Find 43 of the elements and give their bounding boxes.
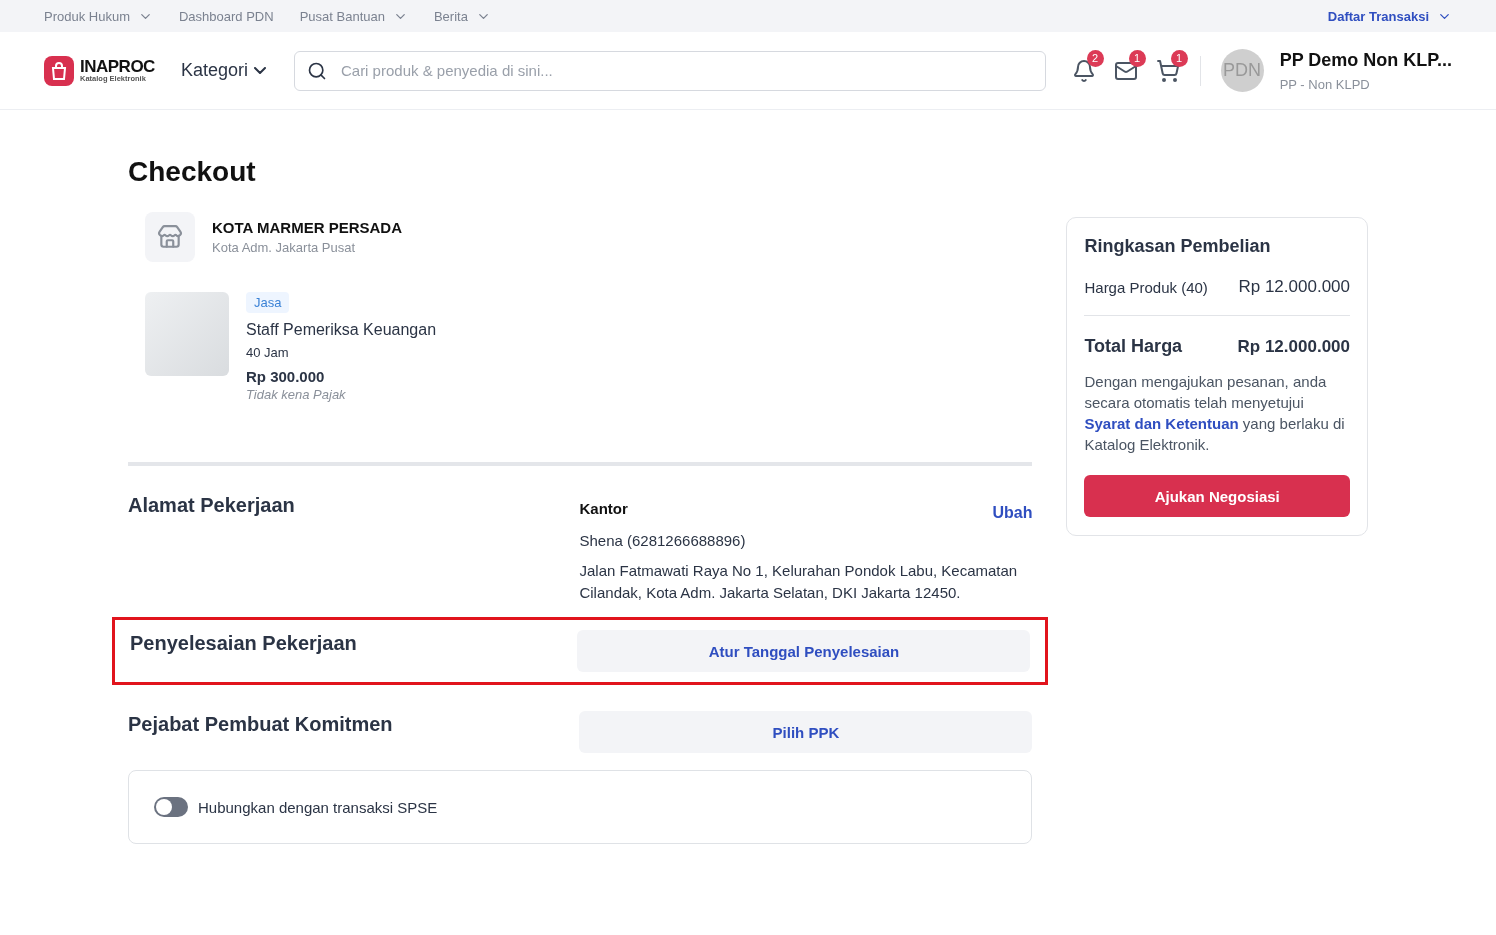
- submit-button[interactable]: Ajukan Negosiasi: [1084, 475, 1350, 517]
- product-price: Rp 300.000: [246, 368, 325, 385]
- top-nav-link[interactable]: Pusat Bantuan: [299, 8, 408, 24]
- logo-name: INAPROC: [80, 58, 155, 76]
- action-button[interactable]: Pilih PPK: [579, 711, 1033, 753]
- tax-note: Tidak kena Pajak: [246, 387, 346, 402]
- count-badge: 1: [1170, 49, 1188, 67]
- count-badge: 2: [1086, 49, 1104, 67]
- agreement-text: Dengan mengajukan pesanan, anda secara otomatis telah menyetujui Syarat dan Ketentuan yang berlaku di Katalog Elektronik.: [1084, 372, 1346, 455]
- category-tag: Jasa: [246, 292, 290, 313]
- seller-name: KOTA MARMER PERSADA: [212, 219, 402, 236]
- user-name: PP Demo Non KLP...: [1279, 49, 1452, 71]
- contact-text: Shena (6281266688896): [579, 531, 747, 551]
- address-text: Jalan Fatmawati Raya No 1, Kelurahan Pondok Labu, Kecamatan Cilandak, Kota Adm. Jakarta Selatan, DKI Jakarta 12450.: [579, 561, 1019, 603]
- chevron-down-icon: [253, 67, 266, 74]
- seller-location: Kota Adm. Jakarta Pusat: [212, 240, 356, 255]
- search-field[interactable]: Cari produk & penyedia di sini...: [293, 50, 1046, 91]
- top-nav-link[interactable]: Dashboard PDN: [179, 8, 274, 24]
- count-badge: 1: [1128, 49, 1146, 67]
- address-label: Kantor: [579, 499, 628, 517]
- section-title: Alamat Pekerjaan: [128, 494, 295, 518]
- user-role: PP - Non KLPD: [1279, 76, 1371, 92]
- top-nav-link[interactable]: Berita: [433, 8, 491, 24]
- summary-title: Ringkasan Pembelian: [1084, 236, 1272, 257]
- product-quantity: 40 Jam: [246, 345, 289, 360]
- price-value: Rp 12.000.000: [1238, 277, 1350, 297]
- section-title: Penyelesaian Pekerjaan: [130, 632, 357, 656]
- category-dropdown[interactable]: Kategori: [180, 60, 266, 81]
- terms-link[interactable]: Syarat dan Ketentuan: [1084, 415, 1239, 432]
- action-button[interactable]: Atur Tanggal Penyelesaian: [577, 630, 1031, 672]
- toggle-label: Hubungkan dengan transaksi SPSE: [198, 798, 438, 816]
- price-label: Harga Produk (40): [1084, 278, 1208, 296]
- bag-logo-icon: [44, 55, 74, 86]
- page-title: Checkout: [128, 156, 257, 188]
- toggle-switch[interactable]: [154, 797, 188, 817]
- top-nav-link[interactable]: Produk Hukum: [44, 8, 153, 24]
- transactions-link[interactable]: Daftar Transaksi: [1327, 8, 1452, 24]
- total-label: Total Harga: [1084, 336, 1183, 357]
- edit-link[interactable]: Ubah: [992, 504, 1033, 522]
- product-name: Staff Pemeriksa Keuangan: [246, 321, 437, 339]
- store-icon: [145, 212, 195, 262]
- section-title: Pejabat Pembuat Komitmen: [128, 713, 393, 737]
- total-value: Rp 12.000.000: [1237, 336, 1350, 357]
